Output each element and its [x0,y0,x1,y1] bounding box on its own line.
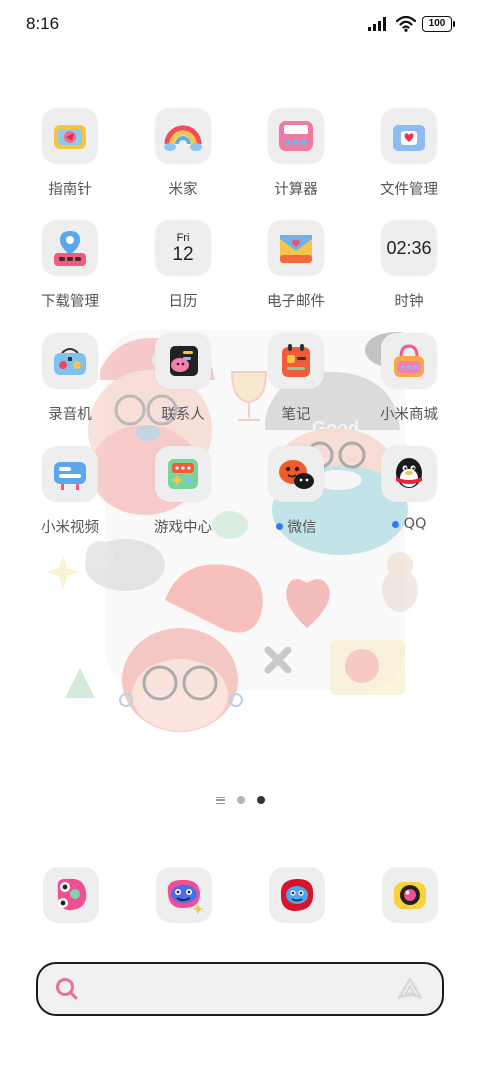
recorder-icon [42,333,98,389]
app-label: 电子邮件 [267,294,325,310]
game-icon [155,446,211,502]
app-download-manager[interactable]: 下载管理 [22,220,118,320]
app-label: 游戏中心 [154,520,212,536]
app-mi-video[interactable]: 小米视频 [22,446,118,546]
app-calendar[interactable]: Fri 12 日历 [135,220,231,320]
mail-icon [268,220,324,276]
search-bar[interactable] [36,962,444,1016]
dock-messages[interactable] [156,867,212,923]
app-label: 联系人 [161,407,205,423]
compass-icon [42,108,98,164]
clock-icon: 02:36 [381,220,437,276]
clock-time: 02:36 [386,237,432,258]
app-label: 日历 [168,294,198,310]
page-dot[interactable] [236,796,245,804]
calculator-icon [268,108,324,164]
calendar-icon: Fri 12 [155,220,211,276]
calendar-day: 12 [172,243,194,265]
app-notes[interactable]: 笔记 [248,333,344,433]
app-label: 时钟 [394,294,424,310]
wechat-icon [268,446,324,502]
app-recorder[interactable]: 录音机 [22,333,118,433]
status-icons: 100 [368,16,455,32]
messages-face-icon [167,879,204,914]
shopping-bag-icon [381,333,437,389]
download-icon [42,220,98,276]
app-label: 米家 [168,182,198,198]
app-mijia[interactable]: 米家 [135,108,231,208]
dock-phone[interactable] [43,867,99,923]
app-contacts[interactable]: 联系人 [135,333,231,433]
app-file-manager[interactable]: 文件管理 [361,108,457,208]
app-game-center[interactable]: 游戏中心 [135,446,231,546]
rainbow-home-icon [155,108,211,164]
app-label-with-badge: QQ [391,516,427,532]
app-compass[interactable]: 指南针 [22,108,118,208]
app-drawer-indicator[interactable] [215,796,225,804]
phone-face-icon [57,878,87,911]
app-calculator[interactable]: 计算器 [248,108,344,208]
app-label: QQ [403,516,427,532]
status-bar: 8:16 100 [0,0,480,50]
search-input[interactable] [90,980,396,998]
app-label: 小米商城 [380,407,438,423]
app-qq[interactable]: QQ [361,446,457,546]
app-mi-store[interactable]: 小米商城 [361,333,457,433]
dock-browser[interactable] [269,867,325,923]
browser-face-icon [280,878,314,911]
app-wechat[interactable]: 微信 [248,446,344,546]
camera-icon [394,882,426,909]
assistant-icon[interactable] [396,976,424,1002]
app-label: 录音机 [48,407,92,423]
app-clock[interactable]: 02:36 时钟 [361,220,457,320]
app-label: 文件管理 [380,182,438,198]
status-time: 8:16 [26,14,60,33]
new-install-dot [275,523,283,530]
signal-icon [368,17,386,31]
app-label: 小米视频 [41,520,99,536]
battery-icon: 100 [422,16,455,32]
qq-penguin-icon [381,446,437,502]
search-icon[interactable] [54,976,80,1002]
folder-icon [381,108,437,164]
app-label: 指南针 [48,182,92,198]
dock-camera[interactable] [382,867,438,923]
app-label: 下载管理 [41,294,99,310]
page-dot-active[interactable] [256,796,265,804]
girl-illustration [119,564,263,732]
wifi-icon [396,16,416,32]
calendar-weekday: Fri [176,231,190,244]
contacts-icon [155,333,211,389]
app-label: 计算器 [274,182,318,198]
notes-icon [268,333,324,389]
app-email[interactable]: 电子邮件 [248,220,344,320]
app-label-with-badge: 微信 [275,516,317,537]
app-label: 笔记 [281,407,311,423]
video-icon [42,446,98,502]
new-install-dot [391,520,399,528]
page-indicator[interactable] [0,796,480,804]
app-label: 微信 [287,520,317,536]
